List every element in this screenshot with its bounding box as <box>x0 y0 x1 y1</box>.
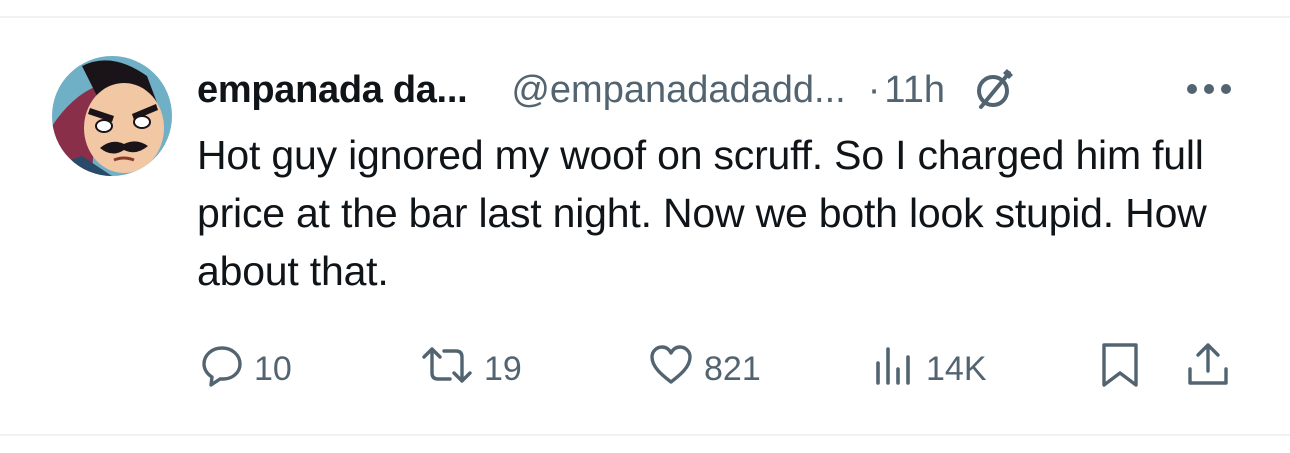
heart-icon <box>648 343 694 396</box>
reply-icon <box>200 343 244 396</box>
separator-dot: · <box>867 69 881 111</box>
views-icon <box>872 343 916 396</box>
retweet-icon <box>420 343 474 396</box>
like-count: 821 <box>704 349 761 388</box>
share-button[interactable] <box>1184 341 1232 398</box>
timestamp[interactable]: 11h <box>884 62 945 118</box>
views-button[interactable]: 14K <box>872 343 987 395</box>
top-divider <box>0 16 1290 18</box>
tweet-header: empanada da... @empanadadadd... · 11h <box>197 62 1017 118</box>
bookmark-button[interactable] <box>1098 341 1142 398</box>
avatar[interactable] <box>52 56 172 176</box>
user-handle[interactable]: @empanadadadd... <box>511 62 845 118</box>
more-icon[interactable] <box>1185 75 1233 103</box>
bookmark-icon <box>1098 341 1142 398</box>
reply-button[interactable]: 10 <box>200 343 292 395</box>
bottom-divider <box>0 434 1290 436</box>
display-name[interactable]: empanada da... <box>197 62 468 118</box>
retweet-count: 19 <box>484 349 522 388</box>
tweet-text: Hot guy ignored my woof on scruff. So I … <box>197 132 1207 294</box>
like-button[interactable]: 821 <box>648 343 761 395</box>
views-count: 14K <box>926 349 987 388</box>
share-icon <box>1184 341 1232 398</box>
reply-count: 10 <box>254 349 292 388</box>
edited-pencil-icon[interactable] <box>971 67 1017 113</box>
retweet-button[interactable]: 19 <box>420 343 522 395</box>
